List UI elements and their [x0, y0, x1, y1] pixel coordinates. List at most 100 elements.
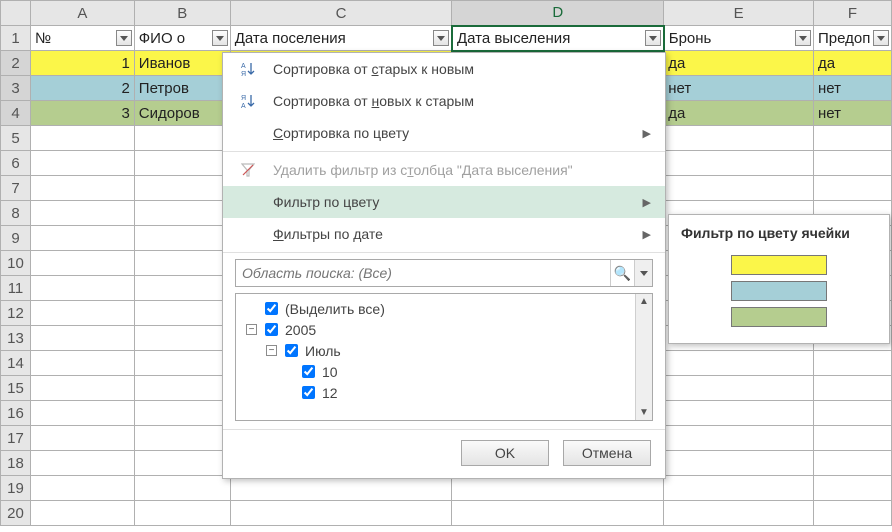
row-header-8[interactable]: 8	[1, 201, 31, 226]
tree-year[interactable]: − 2005	[238, 319, 650, 340]
color-swatch-yellow[interactable]	[731, 255, 827, 275]
cell[interactable]	[30, 376, 134, 401]
row-header-5[interactable]: 5	[1, 126, 31, 151]
cell[interactable]	[813, 176, 891, 201]
cell[interactable]: Петров	[134, 76, 230, 101]
cell[interactable]	[230, 476, 452, 501]
table-header-fio[interactable]: ФИО о	[134, 26, 230, 51]
filter-button[interactable]	[873, 30, 889, 46]
cell[interactable]	[30, 426, 134, 451]
table-header-reserv[interactable]: Бронь	[664, 26, 814, 51]
row-header-19[interactable]: 19	[1, 476, 31, 501]
cell[interactable]	[664, 376, 814, 401]
search-icon[interactable]: 🔍	[610, 260, 634, 286]
row-header-3[interactable]: 3	[1, 76, 31, 101]
filter-button-active[interactable]	[645, 30, 661, 46]
checkbox[interactable]	[302, 365, 315, 378]
cell[interactable]	[664, 151, 814, 176]
cell[interactable]: нет	[813, 101, 891, 126]
color-swatch-blue[interactable]	[731, 281, 827, 301]
ok-button[interactable]: OK	[461, 440, 549, 466]
row-header-2[interactable]: 2	[1, 51, 31, 76]
cell[interactable]	[813, 476, 891, 501]
filter-button[interactable]	[795, 30, 811, 46]
table-header-num[interactable]: №	[30, 26, 134, 51]
col-header-A[interactable]: A	[30, 1, 134, 26]
checkbox[interactable]	[302, 386, 315, 399]
cancel-button[interactable]: Отмена	[563, 440, 651, 466]
cell[interactable]	[664, 351, 814, 376]
cell[interactable]: да	[664, 51, 814, 76]
row-header-11[interactable]: 11	[1, 276, 31, 301]
cell[interactable]: 2	[30, 76, 134, 101]
cell[interactable]	[813, 151, 891, 176]
cell[interactable]	[134, 301, 230, 326]
tree-month[interactable]: − Июль	[238, 340, 650, 361]
sort-desc-item[interactable]: ЯА Сортировка от новых к старым	[223, 85, 665, 117]
tree-select-all[interactable]: (Выделить все)	[238, 298, 650, 319]
cell[interactable]	[134, 176, 230, 201]
cell[interactable]	[30, 401, 134, 426]
date-filters-item[interactable]: Фильтры по дате ▶	[223, 218, 665, 250]
cell[interactable]	[30, 476, 134, 501]
cell[interactable]	[30, 251, 134, 276]
row-header-1[interactable]: 1	[1, 26, 31, 51]
cell[interactable]: да	[813, 51, 891, 76]
tree-collapse-icon[interactable]: −	[266, 345, 277, 356]
row-header-12[interactable]: 12	[1, 301, 31, 326]
cell[interactable]: нет	[813, 76, 891, 101]
cell[interactable]	[664, 451, 814, 476]
filter-button[interactable]	[212, 30, 228, 46]
col-header-F[interactable]: F	[813, 1, 891, 26]
cell[interactable]	[134, 426, 230, 451]
cell[interactable]	[134, 351, 230, 376]
cell[interactable]	[134, 501, 230, 526]
row-header-16[interactable]: 16	[1, 401, 31, 426]
cell[interactable]	[813, 451, 891, 476]
cell[interactable]: Иванов	[134, 51, 230, 76]
cell[interactable]	[30, 151, 134, 176]
cell[interactable]	[30, 301, 134, 326]
cell[interactable]	[813, 501, 891, 526]
cell[interactable]	[30, 326, 134, 351]
cell[interactable]	[30, 176, 134, 201]
cell[interactable]	[664, 426, 814, 451]
cell[interactable]	[30, 351, 134, 376]
color-swatch-green[interactable]	[731, 307, 827, 327]
row-header-6[interactable]: 6	[1, 151, 31, 176]
cell[interactable]	[134, 226, 230, 251]
cell[interactable]: 3	[30, 101, 134, 126]
col-header-C[interactable]: C	[230, 1, 452, 26]
col-header-B[interactable]: B	[134, 1, 230, 26]
checkbox[interactable]	[265, 302, 278, 315]
sort-by-color-item[interactable]: Сортировка по цвету ▶	[223, 117, 665, 149]
cell[interactable]	[664, 401, 814, 426]
cell[interactable]	[134, 276, 230, 301]
row-header-4[interactable]: 4	[1, 101, 31, 126]
cell[interactable]: 1	[30, 51, 134, 76]
cell[interactable]	[813, 376, 891, 401]
row-header-7[interactable]: 7	[1, 176, 31, 201]
cell[interactable]: нет	[664, 76, 814, 101]
row-header-20[interactable]: 20	[1, 501, 31, 526]
row-header-13[interactable]: 13	[1, 326, 31, 351]
cell[interactable]	[813, 351, 891, 376]
cell[interactable]	[30, 276, 134, 301]
search-input[interactable]	[236, 260, 610, 286]
cell[interactable]	[134, 251, 230, 276]
cell[interactable]	[452, 501, 664, 526]
cell[interactable]	[30, 451, 134, 476]
row-header-18[interactable]: 18	[1, 451, 31, 476]
scroll-down-icon[interactable]: ▼	[639, 405, 649, 420]
filter-button[interactable]	[116, 30, 132, 46]
cell[interactable]	[813, 126, 891, 151]
cell[interactable]	[30, 201, 134, 226]
row-header-9[interactable]: 9	[1, 226, 31, 251]
cell[interactable]	[134, 401, 230, 426]
row-header-14[interactable]: 14	[1, 351, 31, 376]
corner-cell[interactable]	[1, 1, 31, 26]
cell[interactable]	[30, 226, 134, 251]
cell[interactable]	[134, 451, 230, 476]
sort-asc-item[interactable]: АЯ Сортировка от старых к новым	[223, 53, 665, 85]
cell[interactable]	[134, 326, 230, 351]
